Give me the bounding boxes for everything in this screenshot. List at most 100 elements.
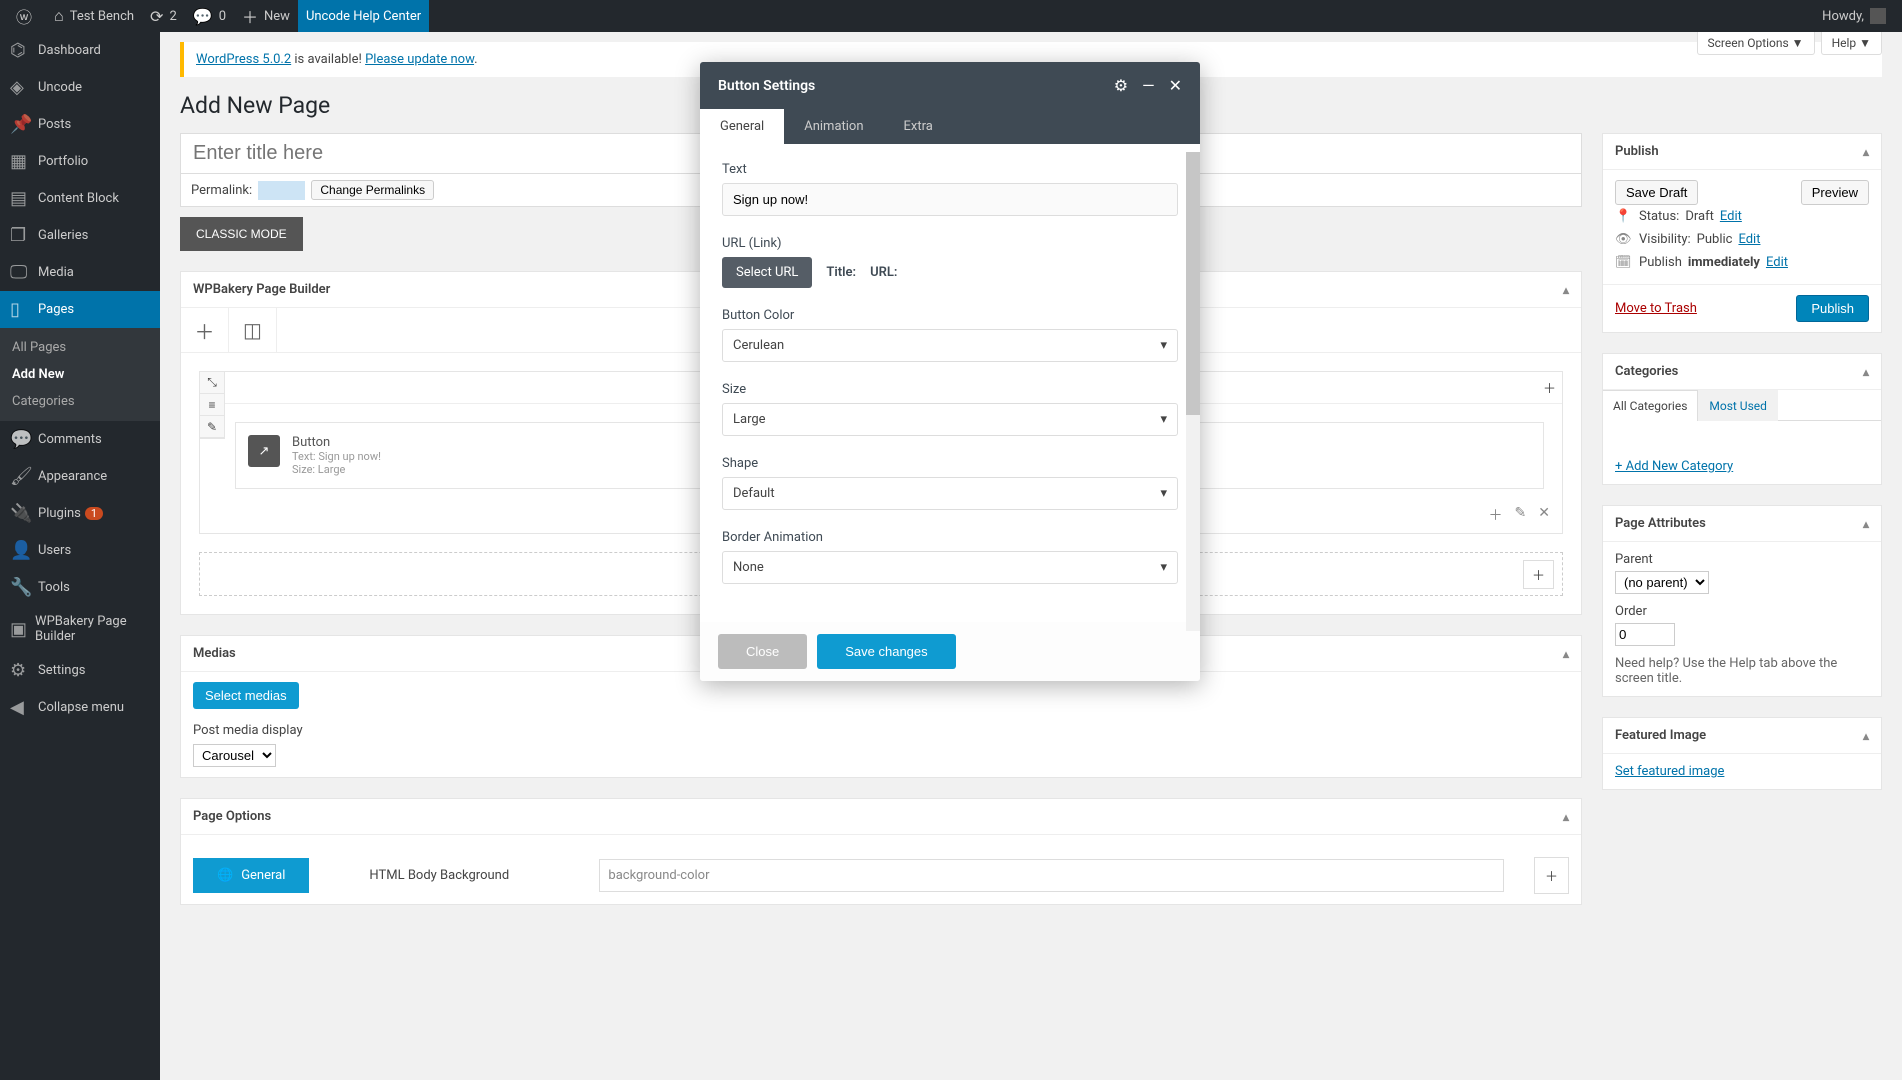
sidebar-item-settings[interactable]: ⚙Settings bbox=[0, 652, 160, 689]
updates-link[interactable]: ⟳2 bbox=[142, 0, 185, 32]
sidebar-item-label: Portfolio bbox=[38, 154, 88, 169]
page-options-general-tab[interactable]: 🌐General bbox=[193, 858, 309, 893]
site-name[interactable]: ⌂Test Bench bbox=[46, 0, 142, 32]
element-meta-text: Text: Sign up now! bbox=[292, 450, 381, 463]
permalink-url[interactable] bbox=[258, 181, 305, 200]
my-account[interactable]: Howdy, bbox=[1814, 0, 1894, 32]
submenu-item-all-pages[interactable]: All Pages bbox=[0, 334, 160, 361]
comments-link[interactable]: 💬0 bbox=[185, 0, 234, 32]
wp-version-link[interactable]: WordPress 5.0.2 bbox=[196, 52, 291, 67]
help-tab[interactable]: Help ▼ bbox=[1821, 32, 1882, 55]
add-element-button[interactable]: ＋ bbox=[181, 308, 229, 352]
button-size-select[interactable]: Large▾ bbox=[722, 403, 1178, 436]
all-categories-tab[interactable]: All Categories bbox=[1603, 390, 1698, 421]
panel-toggle[interactable]: ▴ bbox=[1863, 517, 1869, 531]
row-add-button[interactable]: ＋ bbox=[1543, 378, 1556, 397]
sidebar-item-content-block[interactable]: ▤Content Block bbox=[0, 180, 160, 217]
sidebar-item-pages[interactable]: ▯Pages bbox=[0, 291, 160, 328]
element-meta-size: Size: Large bbox=[292, 463, 381, 476]
button-text-input[interactable] bbox=[722, 183, 1178, 216]
select-medias-button[interactable]: Select medias bbox=[193, 682, 299, 709]
close-icon[interactable]: ✕ bbox=[1169, 76, 1182, 95]
update-now-link[interactable]: Please update now bbox=[365, 52, 474, 67]
panel-toggle[interactable]: ▴ bbox=[1863, 365, 1869, 379]
sidebar-item-uncode[interactable]: ◈Uncode bbox=[0, 69, 160, 106]
row-layout-button[interactable]: ≡ bbox=[200, 394, 224, 416]
url-value-label: URL: bbox=[870, 265, 897, 280]
sidebar-item-appearance[interactable]: 🖌Appearance bbox=[0, 458, 160, 495]
button-color-select[interactable]: Cerulean▾ bbox=[722, 329, 1178, 362]
wordpress-icon: ⓦ bbox=[16, 4, 32, 28]
sidebar-item-galleries[interactable]: ❐Galleries bbox=[0, 217, 160, 254]
parent-select[interactable]: (no parent) bbox=[1615, 571, 1709, 594]
chevron-down-icon: ▾ bbox=[1160, 338, 1167, 353]
border-animation-select[interactable]: None▾ bbox=[722, 551, 1178, 584]
sidebar-item-plugins[interactable]: 🔌Plugins1 bbox=[0, 495, 160, 532]
submenu-item-categories[interactable]: Categories bbox=[0, 388, 160, 415]
sidebar-item-tools[interactable]: 🔧Tools bbox=[0, 569, 160, 606]
sidebar-item-wpbakery-page-builder[interactable]: ▣WPBakery Page Builder bbox=[0, 606, 160, 652]
external-link-icon: ↗ bbox=[248, 435, 280, 467]
modal-close-button[interactable]: Close bbox=[718, 634, 807, 669]
modal-save-button[interactable]: Save changes bbox=[817, 634, 955, 669]
wp-logo[interactable]: ⓦ bbox=[8, 0, 46, 32]
add-new-category-link[interactable]: + Add New Category bbox=[1615, 459, 1733, 474]
sidebar-item-posts[interactable]: 📌Posts bbox=[0, 106, 160, 143]
templates-button[interactable]: ◫ bbox=[229, 308, 277, 352]
panel-toggle[interactable]: ▴ bbox=[1563, 283, 1569, 297]
sidebar-item-users[interactable]: 👤Users bbox=[0, 532, 160, 569]
column-delete-icon[interactable]: ✕ bbox=[1534, 503, 1554, 527]
row-move-handle[interactable]: ⤡ bbox=[200, 372, 224, 394]
panel-toggle[interactable]: ▴ bbox=[1863, 729, 1869, 743]
submenu-item-add-new[interactable]: Add New bbox=[0, 361, 160, 388]
tab-animation[interactable]: Animation bbox=[784, 109, 883, 144]
edit-status-link[interactable]: Edit bbox=[1720, 209, 1742, 224]
border-field-label: Border Animation bbox=[722, 530, 1178, 545]
new-content-link[interactable]: ＋New bbox=[234, 0, 298, 32]
sidebar-item-media[interactable]: 🖵Media bbox=[0, 254, 160, 291]
body-bg-add-button[interactable]: ＋ bbox=[1534, 857, 1569, 894]
column-add-icon[interactable]: ＋ bbox=[1485, 503, 1507, 527]
classic-mode-button[interactable]: CLASSIC MODE bbox=[180, 217, 303, 251]
minimize-icon[interactable]: — bbox=[1142, 76, 1155, 95]
move-to-trash-link[interactable]: Move to Trash bbox=[1615, 301, 1697, 316]
row-edit-button[interactable]: ✎ bbox=[200, 416, 224, 438]
menu-icon: ▤ bbox=[10, 188, 30, 209]
panel-toggle[interactable]: ▴ bbox=[1563, 647, 1569, 661]
menu-icon: ▣ bbox=[10, 619, 27, 640]
most-used-tab[interactable]: Most Used bbox=[1698, 390, 1778, 421]
set-featured-image-link[interactable]: Set featured image bbox=[1615, 764, 1724, 779]
help-center-link[interactable]: Uncode Help Center bbox=[298, 0, 429, 32]
panel-toggle[interactable]: ▴ bbox=[1563, 810, 1569, 824]
screen-options-tab[interactable]: Screen Options ▼ bbox=[1697, 32, 1815, 55]
select-url-button[interactable]: Select URL bbox=[722, 257, 812, 288]
button-shape-select[interactable]: Default▾ bbox=[722, 477, 1178, 510]
parent-label: Parent bbox=[1615, 552, 1869, 567]
order-input[interactable] bbox=[1615, 623, 1675, 646]
modal-scrollbar[interactable] bbox=[1186, 152, 1200, 631]
sidebar-item-label: Tools bbox=[38, 580, 70, 595]
tab-extra[interactable]: Extra bbox=[884, 109, 953, 144]
publish-button[interactable]: Publish bbox=[1796, 295, 1869, 322]
body-bg-select[interactable]: background-color bbox=[599, 859, 1504, 892]
tab-general[interactable]: General bbox=[700, 109, 784, 144]
modal-title: Button Settings bbox=[718, 78, 815, 94]
preview-button[interactable]: Preview bbox=[1801, 180, 1869, 205]
edit-publish-link[interactable]: Edit bbox=[1766, 255, 1788, 270]
edit-visibility-link[interactable]: Edit bbox=[1738, 232, 1760, 247]
change-permalinks-button[interactable]: Change Permalinks bbox=[311, 180, 434, 200]
media-display-select[interactable]: Carousel bbox=[193, 744, 276, 767]
panel-toggle[interactable]: ▴ bbox=[1863, 145, 1869, 159]
sidebar-item-label: Settings bbox=[38, 663, 85, 678]
column-edit-icon[interactable]: ✎ bbox=[1511, 503, 1531, 527]
site-name-label: Test Bench bbox=[70, 9, 134, 24]
sidebar-item-label: Users bbox=[38, 543, 71, 558]
save-draft-button[interactable]: Save Draft bbox=[1615, 180, 1698, 205]
add-row-plus-icon[interactable]: ＋ bbox=[1523, 560, 1554, 589]
sidebar-item-portfolio[interactable]: ▦Portfolio bbox=[0, 143, 160, 180]
gear-icon[interactable]: ⚙ bbox=[1114, 76, 1128, 95]
menu-icon: 🖵 bbox=[10, 262, 30, 283]
sidebar-item-comments[interactable]: 💬Comments bbox=[0, 421, 160, 458]
sidebar-item-dashboard[interactable]: ⌬Dashboard bbox=[0, 32, 160, 69]
sidebar-item-collapse-menu[interactable]: ◀Collapse menu bbox=[0, 689, 160, 726]
